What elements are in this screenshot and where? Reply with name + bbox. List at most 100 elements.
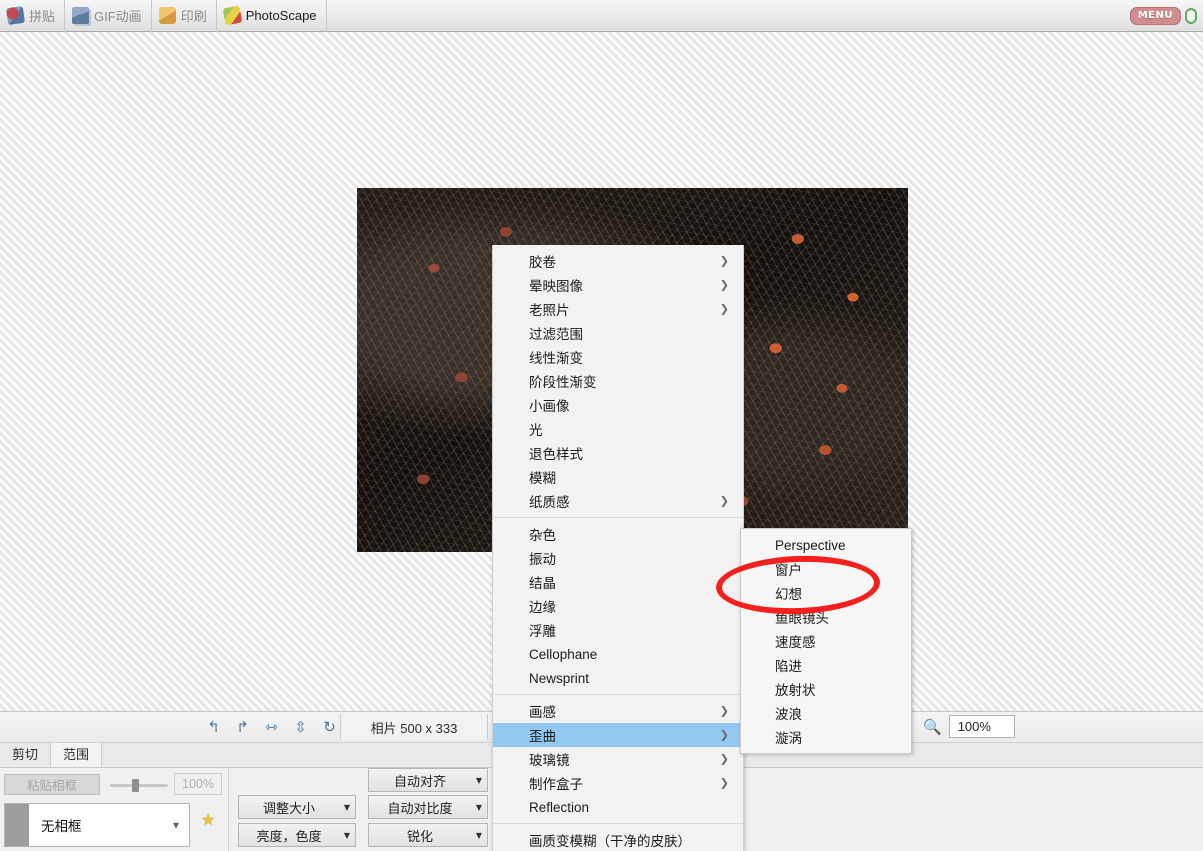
subtab-range[interactable]: 范围 [51, 743, 103, 767]
brightness-color-button[interactable]: 亮度，色度 ▼ [238, 823, 356, 847]
sharpen-button[interactable]: 锐化 ▼ [368, 823, 488, 847]
frame-select[interactable]: 无相框 ▾ [4, 803, 190, 847]
menu-item-label: 振动 [529, 552, 556, 567]
submenu-item-label: 漩涡 [775, 731, 802, 746]
distort-submenu[interactable]: Perspective 窗户 幻想鱼眼镜头速度感陷进 放射状 波浪漩涡 [740, 528, 912, 754]
top-tab-bar: 拼贴 GIF动画 印刷 PhotoScape MENU [0, 0, 1203, 32]
submenu-item[interactable]: 窗户 [741, 557, 911, 581]
collage-icon [5, 5, 26, 26]
submenu-item-label: 速度感 [775, 635, 816, 650]
menu-item[interactable]: 纸质感 ❯ [493, 489, 743, 513]
menu-item[interactable]: Reflection [493, 795, 743, 819]
menu-item-label: 浮雕 [529, 624, 556, 639]
tab-collage[interactable]: 拼贴 [0, 0, 66, 32]
zoom-icon[interactable]: 🔍 [923, 718, 942, 736]
transform-icon-group: ↰ ↱ ⇿ ⇳ ↻ [204, 716, 339, 737]
rotate-icon[interactable]: ↻ [320, 716, 339, 737]
photoscape-window: 拼贴 GIF动画 印刷 PhotoScape MENU ↰ ↱ ⇿ ⇳ ↻ 相片… [0, 0, 1203, 851]
paste-frame-button[interactable]: 粘贴相框 [4, 774, 100, 795]
submenu-item[interactable]: 漩涡 [741, 725, 911, 749]
menu-item[interactable]: 线性渐变 [493, 345, 743, 369]
submenu-item[interactable]: 波浪 [741, 701, 911, 725]
menu-item[interactable]: 画感 ❯ [493, 699, 743, 723]
slider-handle[interactable] [132, 779, 139, 792]
tab-gif-animation[interactable]: GIF动画 [65, 0, 152, 32]
zoom-control-group: 🔍 100% [923, 715, 1015, 738]
zoom-value-input[interactable]: 100% [948, 715, 1015, 738]
flip-horizontal-icon[interactable]: ⇿ [262, 716, 281, 737]
help-pill-icon[interactable] [1185, 8, 1197, 24]
menu-item-label: Reflection [529, 799, 590, 815]
menu-item[interactable]: 画质变模糊（干净的皮肤） [493, 828, 743, 851]
menu-item-label: 老照片 [529, 303, 570, 318]
submenu-item-label: 鱼眼镜头 [775, 611, 829, 626]
auto-contrast-button[interactable]: 自动对比度 ▼ [368, 795, 488, 819]
submenu-item[interactable]: 幻想 [741, 581, 911, 605]
menu-button[interactable]: MENU [1129, 7, 1181, 25]
menu-item-label: Cellophane [529, 646, 598, 662]
menu-item[interactable]: 杂色 [493, 522, 743, 546]
chevron-down-icon[interactable]: ▼ [471, 823, 488, 847]
photoscape-icon [222, 5, 243, 26]
menu-item-label: Newsprint [529, 670, 590, 686]
button-label: 调整大小 [262, 800, 315, 816]
submenu-item[interactable]: 陷进 [741, 653, 911, 677]
menu-item[interactable]: 浮雕 [493, 618, 743, 642]
redo-icon[interactable]: ↱ [233, 716, 252, 737]
tab-label: 印刷 [180, 9, 207, 24]
photo-size-label: 相片 500 x 333 [340, 714, 488, 740]
menu-item[interactable]: Newsprint [493, 666, 743, 690]
menu-item[interactable]: 小画像 [493, 393, 743, 417]
menu-item[interactable]: 老照片 ❯ [493, 297, 743, 321]
button-label: 锐化 [406, 828, 433, 844]
submenu-item[interactable]: Perspective [741, 533, 911, 557]
chevron-right-icon: ❯ [719, 254, 729, 268]
menu-item[interactable]: 歪曲 ❯ [493, 723, 743, 747]
menu-item-label: 画质变模糊（干净的皮肤） [529, 834, 691, 849]
menu-item[interactable]: 制作盒子 ❯ [493, 771, 743, 795]
star-icon[interactable]: ★ [201, 810, 215, 829]
resize-button[interactable]: 调整大小 ▼ [238, 795, 356, 819]
chevron-right-icon: ❯ [719, 704, 729, 718]
chevron-right-icon: ❯ [719, 728, 729, 742]
undo-icon[interactable]: ↰ [204, 716, 223, 737]
submenu-item[interactable]: 放射状 [741, 677, 911, 701]
submenu-item-label: Perspective [775, 537, 846, 553]
menu-item[interactable]: 过滤范围 [493, 321, 743, 345]
menu-item[interactable]: 模糊 [493, 465, 743, 489]
menu-item[interactable]: 结晶 [493, 570, 743, 594]
subtab-crop[interactable]: 剪切 [0, 743, 52, 767]
submenu-item[interactable]: 鱼眼镜头 [741, 605, 911, 629]
menu-item-label: 退色样式 [529, 447, 583, 462]
menu-separator [493, 823, 743, 824]
tab-photoscape[interactable]: PhotoScape [217, 0, 327, 32]
menu-item[interactable]: 阶段性渐变 [493, 369, 743, 393]
menu-separator [493, 694, 743, 695]
chevron-right-icon: ❯ [719, 278, 729, 292]
menu-item[interactable]: 振动 [493, 546, 743, 570]
menu-item[interactable]: Cellophane [493, 642, 743, 666]
auto-level-button[interactable]: 自动对齐 ▼ [368, 768, 488, 792]
button-label: 亮度，色度 [256, 828, 322, 844]
chevron-down-icon[interactable]: ▼ [339, 795, 356, 819]
chevron-down-icon[interactable]: ▼ [471, 795, 488, 819]
menu-item[interactable]: 胶卷 ❯ [493, 249, 743, 273]
menu-item[interactable]: 边缘 [493, 594, 743, 618]
slider-percent-value[interactable]: 100% [174, 773, 222, 795]
frame-preview-swatch [5, 804, 29, 846]
menu-item-label: 过滤范围 [529, 327, 583, 342]
opacity-slider[interactable] [110, 779, 168, 792]
tab-print[interactable]: 印刷 [152, 0, 217, 32]
filter-context-menu[interactable]: 胶卷 ❯ 晕映图像 ❯ 老照片 ❯ 过滤范围 线性渐变 阶段性渐变 小画像光退色样式 模糊 纸质感 ❯ 杂… [492, 245, 744, 851]
submenu-item[interactable]: 速度感 [741, 629, 911, 653]
menu-item-label: 杂色 [529, 528, 556, 543]
menu-item[interactable]: 退色样式 [493, 441, 743, 465]
menu-item[interactable]: 晕映图像 ❯ [493, 273, 743, 297]
flip-vertical-icon[interactable]: ⇳ [291, 716, 310, 737]
menu-item[interactable]: 光 [493, 417, 743, 441]
menu-item[interactable]: 玻璃镜 ❯ [493, 747, 743, 771]
chevron-down-icon[interactable]: ▼ [471, 768, 488, 792]
menu-item-label: 晕映图像 [529, 279, 583, 294]
chevron-down-icon[interactable]: ▼ [339, 823, 356, 847]
tab-label: 拼贴 [29, 9, 56, 24]
